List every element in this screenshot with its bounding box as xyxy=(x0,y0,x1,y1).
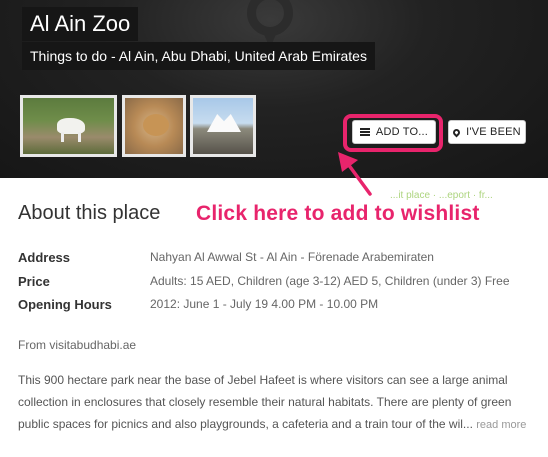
price-label: Price xyxy=(18,274,50,289)
list-icon xyxy=(359,128,370,136)
photo-thumbnail-animal[interactable] xyxy=(122,95,186,157)
map-pin-icon xyxy=(451,127,462,137)
animal-figure xyxy=(143,114,169,136)
price-value: Adults: 15 AED, Children (age 3-12) AED … xyxy=(150,274,510,288)
ive-been-label: I'VE BEEN xyxy=(466,126,521,138)
add-to-button[interactable]: ADD TO... xyxy=(352,120,436,144)
opening-hours-value: 2012: June 1 - July 19 4.00 PM - 10.00 P… xyxy=(150,297,379,311)
photo-thumbnail-polar-bear[interactable] xyxy=(20,95,117,157)
wishlist-annotation: Click here to add to wishlist xyxy=(196,202,480,225)
description-text: This 900 hectare park near the base of J… xyxy=(18,373,512,431)
faded-action-links[interactable]: ...it place · ...eport · fr... xyxy=(390,190,493,201)
ive-been-button[interactable]: I'VE BEEN xyxy=(448,120,526,144)
polar-bear-leg xyxy=(61,132,64,142)
annotation-arrow xyxy=(338,152,372,196)
source-attribution: From visitabudhabi.ae xyxy=(18,338,137,352)
tent-figure xyxy=(207,114,241,132)
place-title: Al Ain Zoo xyxy=(22,7,139,41)
read-more-link[interactable]: read more xyxy=(476,419,526,431)
add-to-label: ADD TO... xyxy=(375,126,429,138)
address-value: Nahyan Al Awwal St - Al Ain - Förenade A… xyxy=(150,250,434,264)
place-subtitle: Things to do - Al Ain, Abu Dhabi, United… xyxy=(22,42,375,70)
polar-bear-leg xyxy=(78,132,81,142)
opening-hours-label: Opening Hours xyxy=(18,297,112,312)
address-label: Address xyxy=(18,250,71,265)
photo-thumbnail-tent[interactable] xyxy=(190,95,256,157)
place-description: This 900 hectare park near the base of J… xyxy=(18,369,538,436)
place-header: Al Ain Zoo Things to do - Al Ain, Abu Dh… xyxy=(0,0,548,178)
about-heading: About this place xyxy=(18,202,161,224)
